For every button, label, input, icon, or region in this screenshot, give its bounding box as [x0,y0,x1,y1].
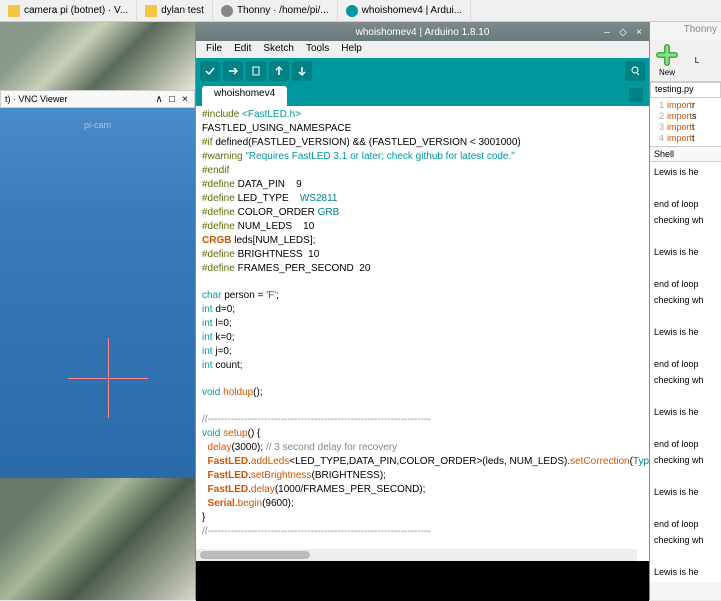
shell-line: checking wh [654,214,717,226]
arduino-icon [346,5,358,17]
thonny-toolbar: New L [650,40,721,82]
arduino-console [196,561,649,601]
arduino-titlebar[interactable]: whoishomev4 | Arduino 1.8.10 – ◇ × [196,23,649,41]
wallpaper-bottom [0,478,195,600]
taskbar-item-arduino[interactable]: whoishomev4 | Ardui... [338,0,471,21]
shell-line: checking wh [654,294,717,306]
crosshair-overlay [68,338,148,418]
folder-icon [145,5,157,17]
shell-line: end of loop [654,518,717,530]
shell-line [654,182,717,194]
menu-sketch[interactable]: Sketch [257,41,300,58]
shell-line: end of loop [654,278,717,290]
taskbar-item-thonny[interactable]: Thonny · /home/pi/... [213,0,338,21]
shell-line: Lewis is he [654,406,717,418]
maximize-icon[interactable]: ◇ [617,26,629,38]
shell-line [654,502,717,514]
code-editor[interactable]: #include <FastLED.h> FASTLED_USING_NAMES… [196,106,649,561]
horizontal-scrollbar[interactable] [196,549,637,561]
menu-help[interactable]: Help [335,41,368,58]
arduino-menubar: File Edit Sketch Tools Help [196,41,649,58]
shell-line: end of loop [654,438,717,450]
menu-file[interactable]: File [200,41,228,58]
left-column: t) · VNC Viewer ∧ □ × pi-cam [0,22,195,600]
shell-line [654,342,717,354]
shell-line [654,390,717,402]
shell-line [654,230,717,242]
vnc-viewport[interactable]: pi-cam [0,108,195,478]
menu-edit[interactable]: Edit [228,41,257,58]
shell-line [654,310,717,322]
new-button[interactable]: New [654,44,680,77]
plus-icon [656,44,678,66]
taskbar-item-dylan[interactable]: dylan test [137,0,213,21]
vnc-camera-label: pi-cam [84,120,111,130]
tab-menu-icon[interactable] [629,88,643,102]
thonny-shell[interactable]: Lewis is he end of loop checking wh Lewis… [650,162,721,582]
verify-button[interactable] [200,61,220,81]
new-button[interactable] [246,61,266,81]
shell-line: Lewis is he [654,246,717,258]
load-button[interactable]: L [684,56,710,65]
shell-line: checking wh [654,374,717,386]
thonny-window: Thonny New L testing.py 1import r 2impor… [650,22,721,600]
taskbar: camera pi (botnet) · V... dylan test Tho… [0,0,721,22]
thonny-tab[interactable]: testing.py [650,82,721,98]
shell-line: end of loop [654,358,717,370]
save-button[interactable] [292,61,312,81]
open-button[interactable] [269,61,289,81]
shell-line: checking wh [654,454,717,466]
wallpaper-top [0,22,195,90]
vnc-title-text: t) · VNC Viewer [5,94,67,104]
arduino-tabbar: whoishomev4 [196,84,649,106]
shell-line [654,422,717,434]
thonny-title: Thonny [650,22,721,40]
thonny-icon [221,5,233,17]
arduino-window: whoishomev4 | Arduino 1.8.10 – ◇ × File … [195,22,650,600]
scrollbar-thumb[interactable] [200,551,310,559]
menu-tools[interactable]: Tools [300,41,335,58]
vnc-titlebar[interactable]: t) · VNC Viewer ∧ □ × [0,90,195,108]
shell-line: checking wh [654,534,717,546]
shell-line: Lewis is he [654,566,717,578]
shell-line [654,262,717,274]
serial-monitor-button[interactable] [625,61,645,81]
upload-button[interactable] [223,61,243,81]
close-icon[interactable]: × [633,26,645,38]
thonny-shell-label: Shell [650,147,721,162]
arduino-toolbar [196,58,649,84]
tab-whoishomev4[interactable]: whoishomev4 [202,86,287,106]
folder-icon [8,5,20,17]
shell-line: end of loop [654,198,717,210]
shell-line: Lewis is he [654,486,717,498]
minimize-icon[interactable]: ∧ [154,94,164,104]
arduino-title-text: whoishomev4 | Arduino 1.8.10 [356,27,490,38]
shell-line: Lewis is he [654,326,717,338]
close-icon[interactable]: × [180,94,190,104]
shell-line [654,470,717,482]
minimize-icon[interactable]: – [601,26,613,38]
shell-line [654,550,717,562]
taskbar-item-camera[interactable]: camera pi (botnet) · V... [0,0,137,21]
shell-line: Lewis is he [654,166,717,178]
thonny-code-editor[interactable]: 1import r 2import s 3import t 4import t [650,98,721,147]
maximize-icon[interactable]: □ [167,94,177,104]
